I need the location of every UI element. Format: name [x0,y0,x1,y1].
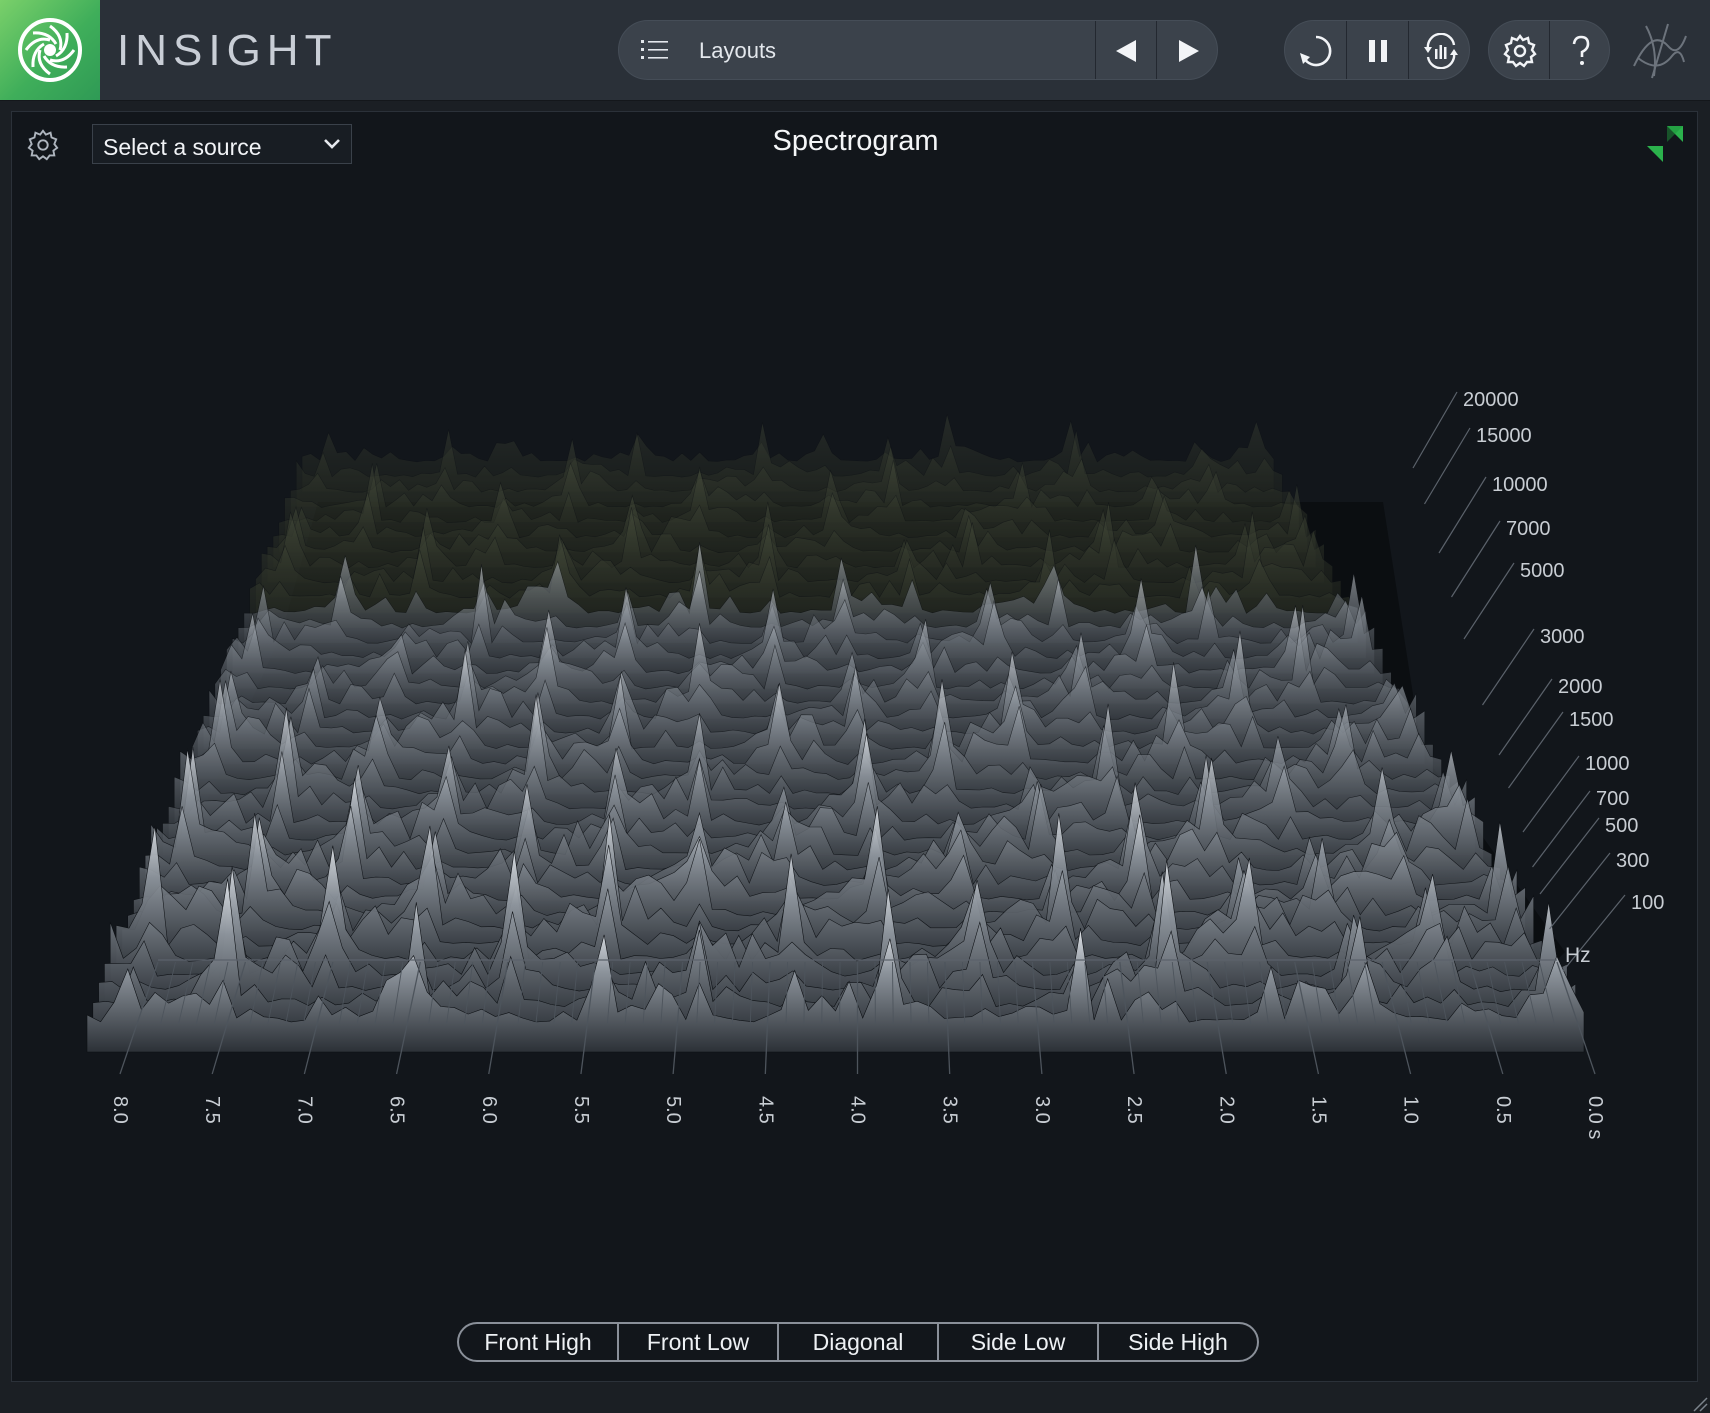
view-diagonal-button[interactable]: Diagonal [779,1324,939,1360]
freq-axis-label: 700 [1596,788,1629,810]
freq-axis-label: 500 [1605,815,1638,837]
top-bar: INSIGHT Layouts [0,0,1710,101]
freq-axis-label: 15000 [1476,425,1532,447]
freq-axis-label: 2000 [1558,676,1603,698]
time-axis-label: 7.0 [293,1096,315,1124]
list-icon [641,40,668,59]
layouts-button[interactable]: Layouts [619,21,1096,79]
time-axis-label: 1.0 [1400,1096,1422,1124]
time-axis-label: 4.0 [847,1096,869,1124]
loop-button[interactable] [1285,21,1347,79]
freq-axis-tick [1508,711,1564,789]
time-axis-label: 4.5 [754,1096,776,1124]
insight-logo-icon[interactable] [0,0,100,100]
question-icon [1572,35,1590,65]
freq-axis-tick [1498,678,1553,756]
settings-button[interactable] [1489,21,1550,79]
pause-icon [1369,40,1387,62]
freq-axis-tick [1450,520,1501,598]
freq-axis-label: 1000 [1585,753,1630,775]
time-axis-label: 6.0 [478,1096,500,1124]
freq-axis-tick [1522,755,1580,833]
transport-controls [1284,20,1470,80]
freq-axis-label: 1500 [1569,709,1614,731]
time-axis-label: 7.5 [201,1096,223,1124]
previous-layout-button[interactable] [1096,21,1157,79]
pause-button[interactable] [1347,21,1409,79]
freq-axis-tick [1482,628,1535,706]
view-front-low-button[interactable]: Front Low [619,1324,779,1360]
help-button[interactable] [1550,21,1610,79]
view-front-high-button[interactable]: Front High [459,1324,619,1360]
loop-icon [1300,35,1332,67]
reset-meters-button[interactable] [1409,21,1470,79]
freq-axis-label: 7000 [1506,518,1551,540]
triangle-left-icon [1116,40,1136,62]
view-angle-buttons: Front High Front Low Diagonal Side Low S… [457,1322,1259,1362]
freq-axis-tick [1549,852,1611,930]
time-axis-label: 0.0 s [1584,1096,1606,1139]
time-axis-label: 5.0 [662,1096,684,1124]
freq-axis-label: 300 [1616,850,1649,872]
spectrogram-3d-view[interactable]: 20000 15000 10000 7000 5000 3000 2000 1500 1000 7… [12,112,1697,1292]
freq-axis-tick [1539,817,1600,895]
time-axis-label: 2.0 [1215,1096,1237,1124]
time-axis-label: 1.5 [1307,1096,1329,1124]
freq-axis-label: 5000 [1520,560,1565,582]
freq-axis-label: 3000 [1540,626,1585,648]
time-axis-label: 3.5 [939,1096,961,1124]
izotope-logo-icon[interactable] [1628,18,1690,82]
freq-axis-tick [1438,476,1487,554]
freq-axis-tick [1423,427,1471,505]
time-axis-label: 0.5 [1492,1096,1514,1124]
freq-axis-tick [1532,790,1591,868]
freq-axis-unit: Hz [1565,944,1591,967]
reset-meter-icon [1424,33,1458,69]
freq-axis-tick [1463,562,1515,640]
time-axis-label: 5.5 [570,1096,592,1124]
time-axis-label: 3.0 [1031,1096,1053,1124]
layouts-toolbar: Layouts [618,20,1218,80]
time-axis-label: 2.5 [1123,1096,1145,1124]
freq-axis-tick [1412,391,1458,469]
layouts-label: Layouts [699,38,777,63]
freq-axis-label: 20000 [1463,389,1519,411]
time-axis-label: 8.0 [109,1096,131,1124]
resize-grip-icon[interactable] [1690,1394,1708,1412]
freq-axis-label: 100 [1631,892,1664,914]
next-layout-button[interactable] [1157,21,1217,79]
time-axis-label: 6.5 [386,1096,408,1124]
triangle-right-icon [1179,40,1199,62]
settings-help-group [1488,20,1610,80]
gear-icon [1503,34,1537,68]
spectrogram-panel: Select a source Spectrogram 20000 15000 10… [11,111,1698,1382]
view-side-low-button[interactable]: Side Low [939,1324,1099,1360]
freq-axis-label: 10000 [1492,474,1548,496]
view-side-high-button[interactable]: Side High [1099,1324,1257,1360]
app-title: INSIGHT [117,26,338,75]
